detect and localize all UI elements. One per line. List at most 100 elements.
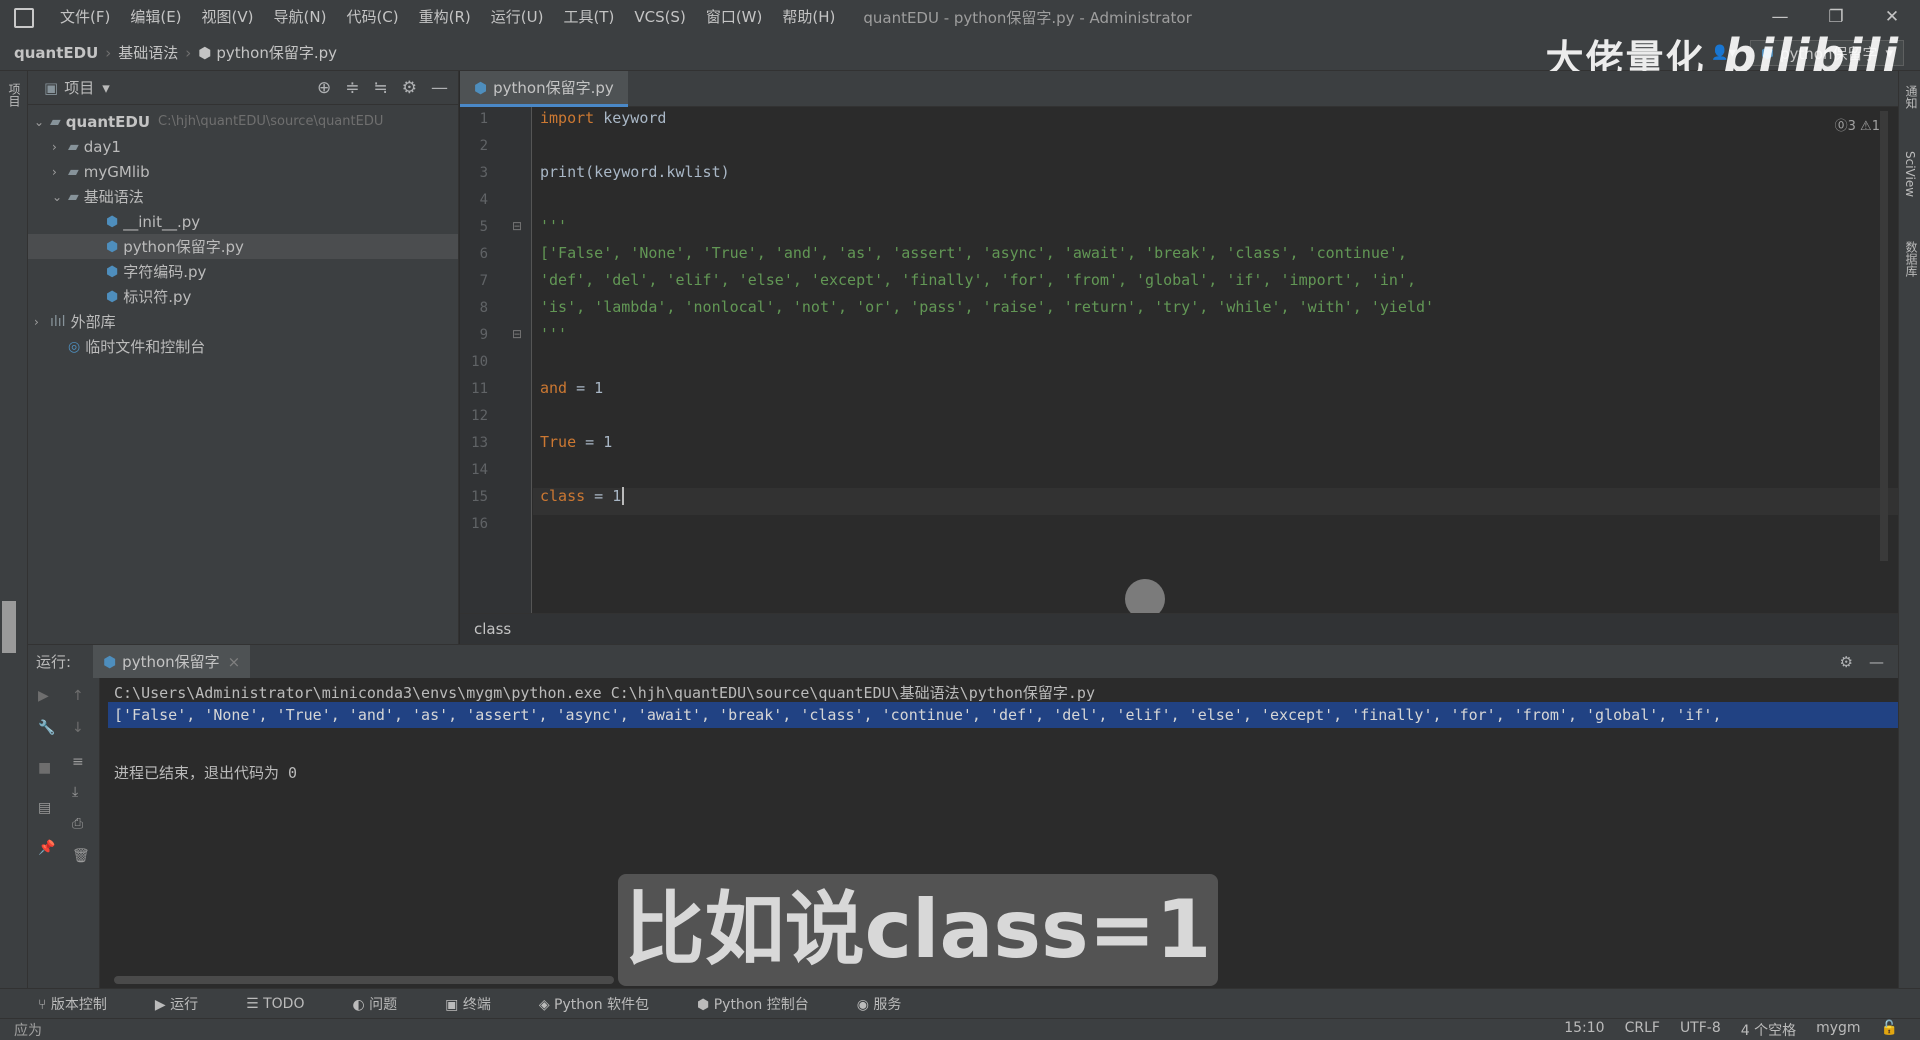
caret-position[interactable]: 15:10	[1564, 1020, 1604, 1040]
todo-tool-button[interactable]: ☰ TODO	[246, 996, 328, 1012]
chevron-right-icon[interactable]: ›	[52, 140, 68, 154]
menu-tools[interactable]: 工具(T)	[553, 0, 624, 35]
soft-wrap-icon[interactable]: ≡	[72, 754, 84, 770]
trash-icon[interactable]: 🗑	[72, 848, 90, 864]
menu-vcs[interactable]: VCS(S)	[624, 0, 695, 35]
vcs-tool-button[interactable]: ⑂ 版本控制	[38, 994, 131, 1014]
tree-label: myGMlib	[83, 162, 150, 181]
tree-item-encoding-file[interactable]: ⬢ 字符编码.py	[28, 259, 458, 284]
tree-item-init[interactable]: ⬢ __init__.py	[28, 209, 458, 234]
collapse-all-icon[interactable]: ≒	[373, 78, 387, 98]
sciview-strip-button[interactable]: SciView	[1903, 151, 1917, 197]
menu-run[interactable]: 运行(U)	[481, 0, 554, 35]
fold-icon[interactable]: ⊟	[512, 219, 522, 233]
arrow-up-icon[interactable]: ↑	[72, 688, 84, 704]
problems-tool-button[interactable]: ◐ 问题	[352, 994, 421, 1014]
project-strip-button[interactable]: 项目	[6, 83, 23, 107]
editor-tab[interactable]: ⬢ python保留字.py	[460, 71, 628, 107]
python-console-tool-button[interactable]: ⬢ Python 控制台	[697, 994, 833, 1014]
chevron-down-icon[interactable]: ⌄	[34, 115, 50, 129]
gear-icon[interactable]: ⚙	[1840, 653, 1853, 671]
expand-all-icon[interactable]: ≑	[345, 78, 359, 98]
tree-item-external-libs[interactable]: › ılıl 外部库	[28, 309, 458, 334]
chevron-right-icon[interactable]: ›	[34, 315, 50, 329]
scroll-thumb[interactable]	[2, 601, 16, 653]
python-file-icon: ⬢	[198, 43, 212, 62]
breadcrumb-project[interactable]: quantEDU	[14, 44, 98, 62]
line-number: 13	[471, 435, 488, 451]
scroll-to-end-icon[interactable]: ⤓	[72, 784, 78, 800]
services-tool-button[interactable]: ◉ 服务	[857, 994, 926, 1014]
close-icon[interactable]: ×	[228, 653, 241, 671]
fold-icon[interactable]: ⊟	[512, 327, 522, 341]
tree-item-basics[interactable]: ⌄ ▰ 基础语法	[28, 184, 458, 209]
run-tab[interactable]: ⬢ python保留字 ×	[93, 644, 251, 679]
breadcrumb-folder[interactable]: 基础语法	[118, 42, 178, 63]
hide-icon[interactable]: —	[431, 78, 448, 98]
console-exit-message: 进程已结束，退出代码为 0	[114, 764, 298, 782]
locate-icon[interactable]: ⊕	[317, 78, 331, 98]
tree-label: 外部库	[70, 313, 116, 331]
menu-window[interactable]: 窗口(W)	[696, 0, 773, 35]
status-message: 应为	[14, 1022, 42, 1039]
line-number: 12	[471, 408, 488, 424]
menu-edit[interactable]: 编辑(E)	[120, 0, 191, 35]
arrow-down-icon[interactable]: ↓	[72, 720, 84, 736]
menu-navigate[interactable]: 导航(N)	[264, 0, 337, 35]
breadcrumb-file[interactable]: python保留字.py	[216, 42, 337, 63]
hide-icon[interactable]: —	[1869, 653, 1884, 671]
editor-breadcrumb[interactable]: class	[460, 613, 1898, 644]
rerun-icon[interactable]: ▶	[38, 688, 49, 704]
tree-item-scratches[interactable]: ◎ 临时文件和控制台	[28, 334, 458, 359]
tool-label: 服务	[873, 996, 902, 1013]
menu-code[interactable]: 代码(C)	[336, 0, 408, 35]
pin-icon[interactable]: 📌	[38, 840, 55, 856]
chevron-down-icon[interactable]: ⌄	[52, 190, 68, 204]
folder-icon: ▰	[68, 163, 79, 180]
line-number: 15	[471, 489, 488, 505]
editor-scrollbar[interactable]	[1880, 111, 1888, 561]
menu-help[interactable]: 帮助(H)	[772, 0, 845, 35]
menu-view[interactable]: 视图(V)	[192, 0, 264, 35]
inspection-widget[interactable]: ⓪3 ⚠1	[1835, 115, 1880, 134]
menu-refactor[interactable]: 重构(R)	[409, 0, 481, 35]
file-encoding[interactable]: UTF-8	[1680, 1020, 1721, 1040]
chevron-down-icon[interactable]: ▾	[102, 79, 110, 97]
tree-item-keywords-file[interactable]: ⬢ python保留字.py	[28, 234, 458, 259]
print-icon[interactable]: ⎙	[72, 816, 83, 832]
database-strip-button[interactable]: 数据库	[1903, 241, 1920, 277]
packages-tool-button[interactable]: ◈ Python 软件包	[539, 994, 673, 1014]
layout-icon[interactable]: ▤	[38, 800, 51, 816]
lock-icon[interactable]: 🔓	[1881, 1020, 1898, 1040]
gear-icon[interactable]: ⚙	[402, 78, 417, 98]
window-title: quantEDU - python保留字.py - Administrator	[863, 9, 1192, 27]
indent-setting[interactable]: 4 个空格	[1741, 1020, 1796, 1040]
chevron-right-icon[interactable]: ›	[52, 165, 68, 179]
code-line-15: class = 1	[540, 487, 625, 505]
terminal-tool-button[interactable]: ▣ 终端	[445, 994, 515, 1014]
code-line-13: True = 1	[540, 433, 612, 451]
project-panel-title[interactable]: 项目	[64, 77, 94, 98]
tree-item-mygmlib[interactable]: › ▰ myGMlib	[28, 159, 458, 184]
line-number: 1	[479, 111, 488, 127]
python-interpreter[interactable]: mygm	[1816, 1020, 1860, 1040]
code-line-5: '''	[540, 217, 568, 235]
stop-icon[interactable]: ■	[38, 760, 51, 776]
code-editor[interactable]: 1 2 3 4 5 6 7 8 9 10 11 12 13 14 15 16 ⊟…	[460, 107, 1898, 619]
tree-item-identifier-file[interactable]: ⬢ 标识符.py	[28, 284, 458, 309]
root-path: C:\hjh\quantEDU\source\quantEDU	[158, 114, 384, 129]
app-logo-icon	[14, 7, 34, 28]
run-panel-label: 运行:	[36, 653, 72, 671]
folder-icon: ▰	[68, 138, 79, 155]
code-token: keyword	[594, 109, 667, 127]
line-separator[interactable]: CRLF	[1625, 1020, 1660, 1040]
notifications-strip-button[interactable]: 通知	[1903, 85, 1920, 109]
console-hscrollbar[interactable]	[114, 976, 614, 984]
tree-item-day1[interactable]: › ▰ day1	[28, 134, 458, 159]
tree-item-root[interactable]: ⌄ ▰ quantEDU C:\hjh\quantEDU\source\quan…	[28, 109, 458, 134]
console-output: ['False', 'None', 'True', 'and', 'as', '…	[114, 706, 1722, 724]
chevron-right-icon: ›	[105, 43, 112, 62]
wrench-icon[interactable]: 🔧	[38, 720, 55, 736]
run-tool-button[interactable]: ▶ 运行	[155, 994, 222, 1014]
menu-file[interactable]: 文件(F)	[50, 0, 120, 35]
